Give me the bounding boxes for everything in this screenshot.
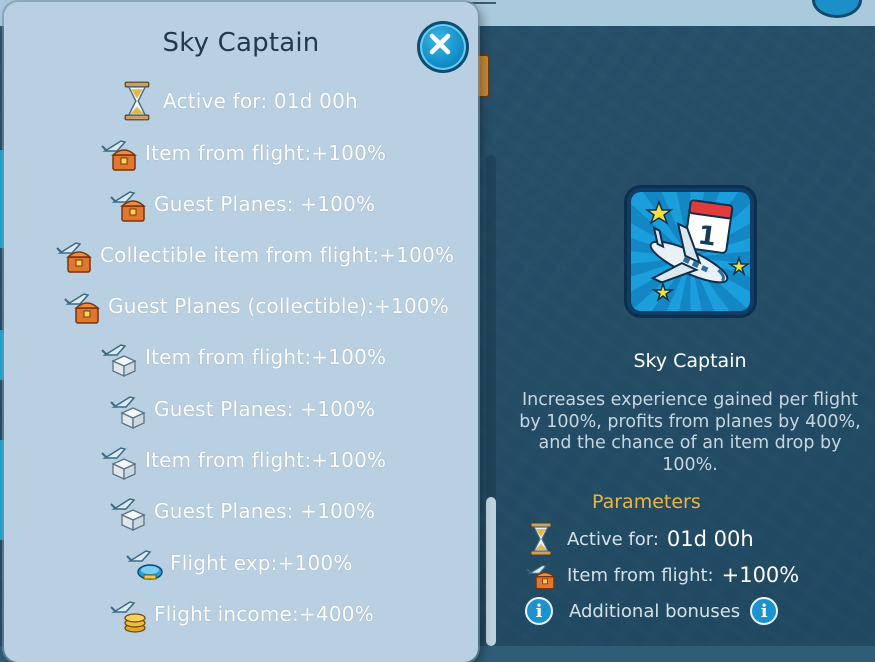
param-active-value: 01d 00h xyxy=(666,527,754,551)
hourglass-icon xyxy=(525,522,557,556)
plane-coins-icon xyxy=(108,594,148,634)
bonus-row-label: Active for: 01d 00h xyxy=(163,89,358,113)
additional-bonuses-info-icon[interactable]: i xyxy=(750,597,779,625)
bonus-row: Collectible item from flight:+100% xyxy=(54,235,454,275)
plane-box-icon xyxy=(108,491,148,532)
side-tab[interactable] xyxy=(478,54,490,98)
reward-name: Sky Captain xyxy=(633,350,747,372)
bonus-row: Item from flight:+100% xyxy=(99,337,387,378)
sky-captain-badge-icon: 1 xyxy=(627,188,754,315)
bonus-row-label: Collectible item from flight:+100% xyxy=(100,243,455,267)
bonus-row-label: Guest Planes: +100% xyxy=(154,192,376,216)
plane-chest-icon xyxy=(54,235,94,275)
plane-box-icon xyxy=(99,440,139,481)
param-additional-row: i Additional bonuses i xyxy=(525,594,779,628)
param-active-row: Active for: 01d 00h xyxy=(525,522,754,556)
bonus-row-label: Item from flight:+100% xyxy=(145,448,387,472)
param-item-row: Item from flight: +100% xyxy=(525,558,799,592)
bonus-row: Flight income:+400% xyxy=(108,594,374,634)
bonus-row: Guest Planes: +100% xyxy=(108,491,376,532)
close-button[interactable] xyxy=(417,21,469,73)
plane-chest-icon xyxy=(525,559,557,591)
plane-chest-icon xyxy=(62,286,102,326)
bonus-row-label: Item from flight:+100% xyxy=(145,141,387,165)
hourglass-icon xyxy=(117,81,157,121)
bonus-row-label: Guest Planes: +100% xyxy=(154,397,376,421)
param-active-label: Active for: xyxy=(567,528,659,550)
bonus-row: Active for: 01d 00h xyxy=(117,81,358,121)
bonus-row-label: Guest Planes (collectible):+100% xyxy=(108,294,450,318)
bonus-row-label: Item from flight:+100% xyxy=(145,345,387,369)
parameters-title: Parameters xyxy=(592,491,701,513)
param-item-label: Item from flight: xyxy=(567,564,714,586)
plane-chest-icon xyxy=(99,133,139,173)
reward-description: Increases experience gained per flight b… xyxy=(519,390,861,475)
plane-exp-icon xyxy=(124,543,164,583)
bonus-row: Flight exp:+100% xyxy=(124,543,353,583)
plane-box-icon xyxy=(99,337,139,378)
bonus-row-label: Flight exp:+100% xyxy=(170,551,353,575)
plane-box-icon xyxy=(108,389,148,430)
info-icon[interactable]: i xyxy=(525,597,553,625)
bonus-row: Item from flight:+100% xyxy=(99,440,387,481)
bonus-row: Guest Planes: +100% xyxy=(108,389,376,430)
bonus-row: Guest Planes: +100% xyxy=(108,184,375,224)
popup-title: Sky Captain xyxy=(162,28,320,58)
plane-chest-icon xyxy=(108,184,148,224)
bonus-row: Guest Planes (collectible):+100% xyxy=(62,286,449,326)
bonus-row-label: Guest Planes: +100% xyxy=(154,499,376,523)
scrollbar-thumb[interactable] xyxy=(486,497,496,646)
bonus-row: Item from flight:+100% xyxy=(99,133,386,173)
bonus-row-label: Flight income:+400% xyxy=(154,602,374,626)
param-item-value: +100% xyxy=(721,563,800,587)
param-additional-label: Additional bonuses xyxy=(569,600,741,622)
close-icon xyxy=(429,33,451,55)
